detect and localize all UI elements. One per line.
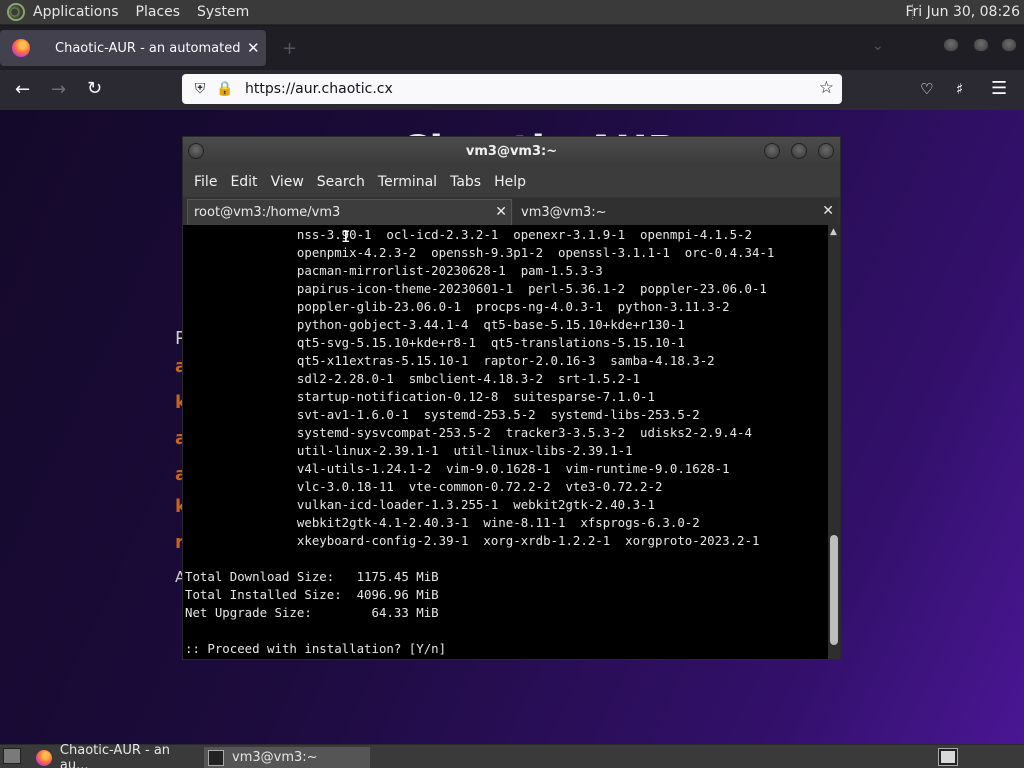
applications-menu[interactable]: Applications — [33, 4, 119, 20]
terminal-titlebar[interactable]: vm3@vm3:~ — [183, 137, 840, 167]
minimize-window-button[interactable] — [943, 38, 959, 52]
close-tab-icon[interactable]: ✕ — [247, 39, 260, 57]
close-icon[interactable]: ✕ — [822, 203, 834, 219]
show-desktop-icon[interactable] — [3, 748, 21, 764]
list-tabs-chevron-icon[interactable]: ⌄ — [872, 38, 884, 54]
pocket-icon[interactable]: ♡ — [920, 80, 933, 98]
maximize-window-button[interactable] — [973, 38, 989, 52]
menu-hamburger-icon[interactable]: ☰ — [991, 78, 1007, 99]
menu-view[interactable]: View — [271, 174, 304, 190]
terminal-text[interactable]: nss-3.90-1 ocl-icd-2.3.2-1 openexr-3.1.9… — [183, 225, 828, 658]
terminal-tab-label: vm3@vm3:~ — [521, 204, 607, 220]
url-bar[interactable]: ⛨ 🔒 https://aur.chaotic.cx ☆ — [182, 74, 842, 104]
places-menu[interactable]: Places — [136, 4, 181, 20]
scrollbar-thumb[interactable] — [830, 535, 838, 645]
firefox-icon — [12, 39, 30, 57]
taskbar-label: Chaotic-AUR - an au... — [59, 742, 171, 768]
mate-logo-icon[interactable] — [7, 3, 25, 21]
top-panel: Applications Places System Fri Jun 30, 0… — [0, 0, 1024, 25]
extensions-icon[interactable]: ♯ — [956, 80, 963, 98]
url-text[interactable]: https://aur.chaotic.cx — [245, 81, 393, 97]
reload-icon[interactable]: ↻ — [87, 78, 102, 99]
bookmark-star-icon[interactable]: ☆ — [819, 78, 834, 98]
terminal-scrollbar[interactable]: ▲ — [828, 225, 840, 659]
close-icon[interactable]: ✕ — [495, 204, 507, 220]
terminal-close-button[interactable] — [818, 143, 834, 159]
workspace-switcher[interactable] — [938, 748, 958, 766]
terminal-menubar: File Edit View Search Terminal Tabs Help — [183, 167, 840, 197]
taskbar-item-firefox[interactable]: Chaotic-AUR - an au... — [32, 743, 202, 768]
terminal-icon — [208, 749, 224, 766]
browser-tab-title: Chaotic-AUR - an automated bu — [55, 40, 243, 56]
lock-icon[interactable]: 🔒 — [216, 81, 233, 97]
text-cursor-icon: I — [341, 227, 351, 246]
menu-tabs[interactable]: Tabs — [450, 174, 481, 190]
terminal-output[interactable]: nss-3.90-1 ocl-icd-2.3.2-1 openexr-3.1.9… — [183, 225, 828, 659]
menu-file[interactable]: File — [194, 174, 217, 190]
menu-terminal[interactable]: Terminal — [378, 174, 437, 190]
browser-tab[interactable]: Chaotic-AUR - an automated bu ✕ — [0, 30, 266, 66]
scroll-up-arrow-icon[interactable]: ▲ — [830, 227, 837, 237]
system-menu[interactable]: System — [197, 4, 249, 20]
terminal-tab-bar: root@vm3:/home/vm3 ✕ vm3@vm3:~ ✕ — [183, 197, 840, 225]
terminal-tab-vm3[interactable]: vm3@vm3:~ ✕ — [513, 199, 838, 225]
menu-help[interactable]: Help — [494, 174, 526, 190]
terminal-tab-label: root@vm3:/home/vm3 — [194, 205, 341, 220]
clock[interactable]: Fri Jun 30, 08:26 — [905, 4, 1020, 20]
terminal-minimize-button[interactable] — [764, 143, 780, 159]
taskbar-label: vm3@vm3:~ — [232, 750, 318, 765]
firefox-icon — [36, 749, 52, 766]
terminal-window-title: vm3@vm3:~ — [465, 144, 558, 159]
close-window-button[interactable] — [1001, 38, 1017, 52]
back-arrow-icon[interactable]: ← — [15, 79, 30, 100]
bottom-panel: Chaotic-AUR - an au... vm3@vm3:~ — [0, 743, 1024, 768]
menu-edit[interactable]: Edit — [230, 174, 257, 190]
new-tab-button[interactable]: + — [282, 38, 297, 59]
terminal-window[interactable]: vm3@vm3:~ File Edit View Search Terminal… — [182, 136, 841, 660]
taskbar-item-terminal[interactable]: vm3@vm3:~ — [204, 747, 370, 768]
menu-search[interactable]: Search — [317, 174, 365, 190]
terminal-tab-root[interactable]: root@vm3:/home/vm3 ✕ — [187, 199, 512, 225]
shield-icon[interactable]: ⛨ — [192, 81, 208, 97]
terminal-maximize-button[interactable] — [791, 143, 807, 159]
forward-arrow-icon[interactable]: → — [51, 79, 66, 100]
